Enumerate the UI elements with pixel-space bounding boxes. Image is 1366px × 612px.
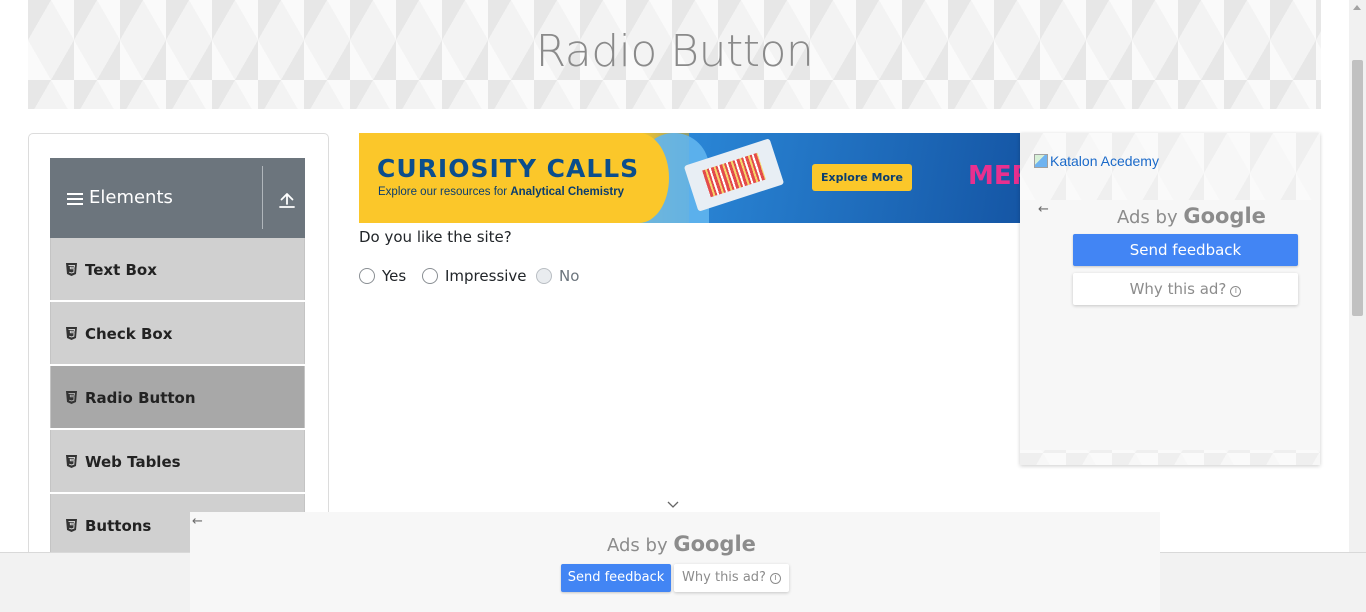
vertical-scrollbar[interactable] bbox=[1349, 0, 1366, 552]
google-logo: Google bbox=[1183, 204, 1266, 228]
html5-icon bbox=[66, 519, 77, 532]
ads-by-label: Ads by bbox=[1117, 207, 1178, 228]
info-icon: i bbox=[769, 573, 781, 584]
ads-by-google: Ads by Google bbox=[607, 532, 756, 556]
header-divider bbox=[262, 166, 263, 229]
ads-by-label: Ads by bbox=[607, 535, 668, 556]
explore-more-button[interactable]: Explore More bbox=[812, 164, 912, 191]
ad-image-alt-text[interactable]: Katalon Acedemy bbox=[1050, 153, 1159, 169]
radio-label[interactable]: Impressive bbox=[445, 267, 527, 285]
page-title: Radio Button bbox=[535, 26, 814, 77]
broken-image-icon bbox=[1034, 154, 1048, 168]
sidebar-group-label: Elements bbox=[89, 187, 173, 208]
collapse-up-icon[interactable] bbox=[278, 191, 296, 209]
question-text: Do you like the site? bbox=[359, 228, 512, 246]
bottom-ad: ← Ads by Google Send feedback Why this a… bbox=[190, 512, 1160, 612]
ad-banner[interactable]: CURIOSITY CALLS Explore our resources fo… bbox=[359, 133, 1020, 223]
sidebar-item-text-box[interactable]: Text Box bbox=[50, 238, 305, 300]
google-logo: Google bbox=[673, 532, 756, 556]
ads-by-google: Ads by Google bbox=[1117, 204, 1266, 228]
katalon-ad-link[interactable]: Katalon Acedemy bbox=[1034, 153, 1159, 169]
radio-circle[interactable] bbox=[359, 268, 375, 284]
radio-no[interactable]: No bbox=[536, 266, 579, 286]
info-icon: i bbox=[1230, 286, 1242, 297]
html5-icon bbox=[66, 455, 77, 468]
radio-circle[interactable] bbox=[422, 268, 438, 284]
page-banner: Radio Button bbox=[28, 0, 1321, 109]
html5-icon bbox=[66, 263, 77, 276]
radio-circle[interactable] bbox=[536, 268, 552, 284]
sidebar-item-label: Web Tables bbox=[85, 453, 181, 471]
back-arrow-icon[interactable]: ← bbox=[1038, 202, 1049, 217]
sidebar-item-web-tables[interactable]: Web Tables bbox=[50, 430, 305, 492]
ad-subtitle-text: Explore our resources for bbox=[378, 186, 511, 198]
menu-icon bbox=[67, 193, 83, 205]
why-this-ad-label: Why this ad? bbox=[1129, 280, 1227, 298]
ad-brand-logo: MER bbox=[968, 161, 1020, 191]
scrollbar-thumb[interactable] bbox=[1352, 60, 1363, 316]
ad-subtitle-emphasis: Analytical Chemistry bbox=[510, 186, 625, 198]
sidebar-item-label: Check Box bbox=[85, 325, 173, 343]
chevron-down-icon[interactable] bbox=[667, 499, 679, 511]
radio-label[interactable]: No bbox=[559, 267, 579, 285]
back-arrow-icon[interactable]: ← bbox=[192, 514, 203, 529]
html5-icon bbox=[66, 391, 77, 404]
why-this-ad-button[interactable]: Why this ad? i bbox=[1073, 273, 1298, 305]
html5-icon bbox=[66, 327, 77, 340]
send-feedback-button[interactable]: Send feedback bbox=[561, 564, 671, 592]
scroll-up-icon[interactable] bbox=[1353, 5, 1361, 10]
sidebar-item-check-box[interactable]: Check Box bbox=[50, 302, 305, 364]
page: Radio Button Elements Text Box Check Box… bbox=[0, 0, 1366, 612]
radio-impressive[interactable]: Impressive bbox=[422, 266, 527, 286]
sidebar-item-label: Text Box bbox=[85, 261, 157, 279]
why-this-ad-button[interactable]: Why this ad? i bbox=[674, 564, 789, 592]
send-feedback-button[interactable]: Send feedback bbox=[1073, 234, 1298, 266]
ad-headline: CURIOSITY CALLS bbox=[377, 154, 640, 183]
sidebar-group-header[interactable]: Elements bbox=[50, 158, 305, 238]
ad-feedback-panel: ← Ads by Google Send feedback Why this a… bbox=[1020, 200, 1320, 450]
side-ad: Katalon Acedemy ← Ads by Google Send fee… bbox=[1020, 133, 1320, 465]
radio-label[interactable]: Yes bbox=[382, 267, 406, 285]
sidebar-item-label: Buttons bbox=[85, 517, 152, 535]
why-this-ad-label: Why this ad? bbox=[682, 570, 766, 585]
sidebar-item-radio-button[interactable]: Radio Button bbox=[50, 366, 305, 428]
ad-subtitle: Explore our resources for Analytical Che… bbox=[378, 186, 624, 198]
radio-yes[interactable]: Yes bbox=[359, 266, 406, 286]
sidebar-item-label: Radio Button bbox=[85, 389, 196, 407]
ad-yellow-panel: CURIOSITY CALLS Explore our resources fo… bbox=[359, 133, 669, 223]
